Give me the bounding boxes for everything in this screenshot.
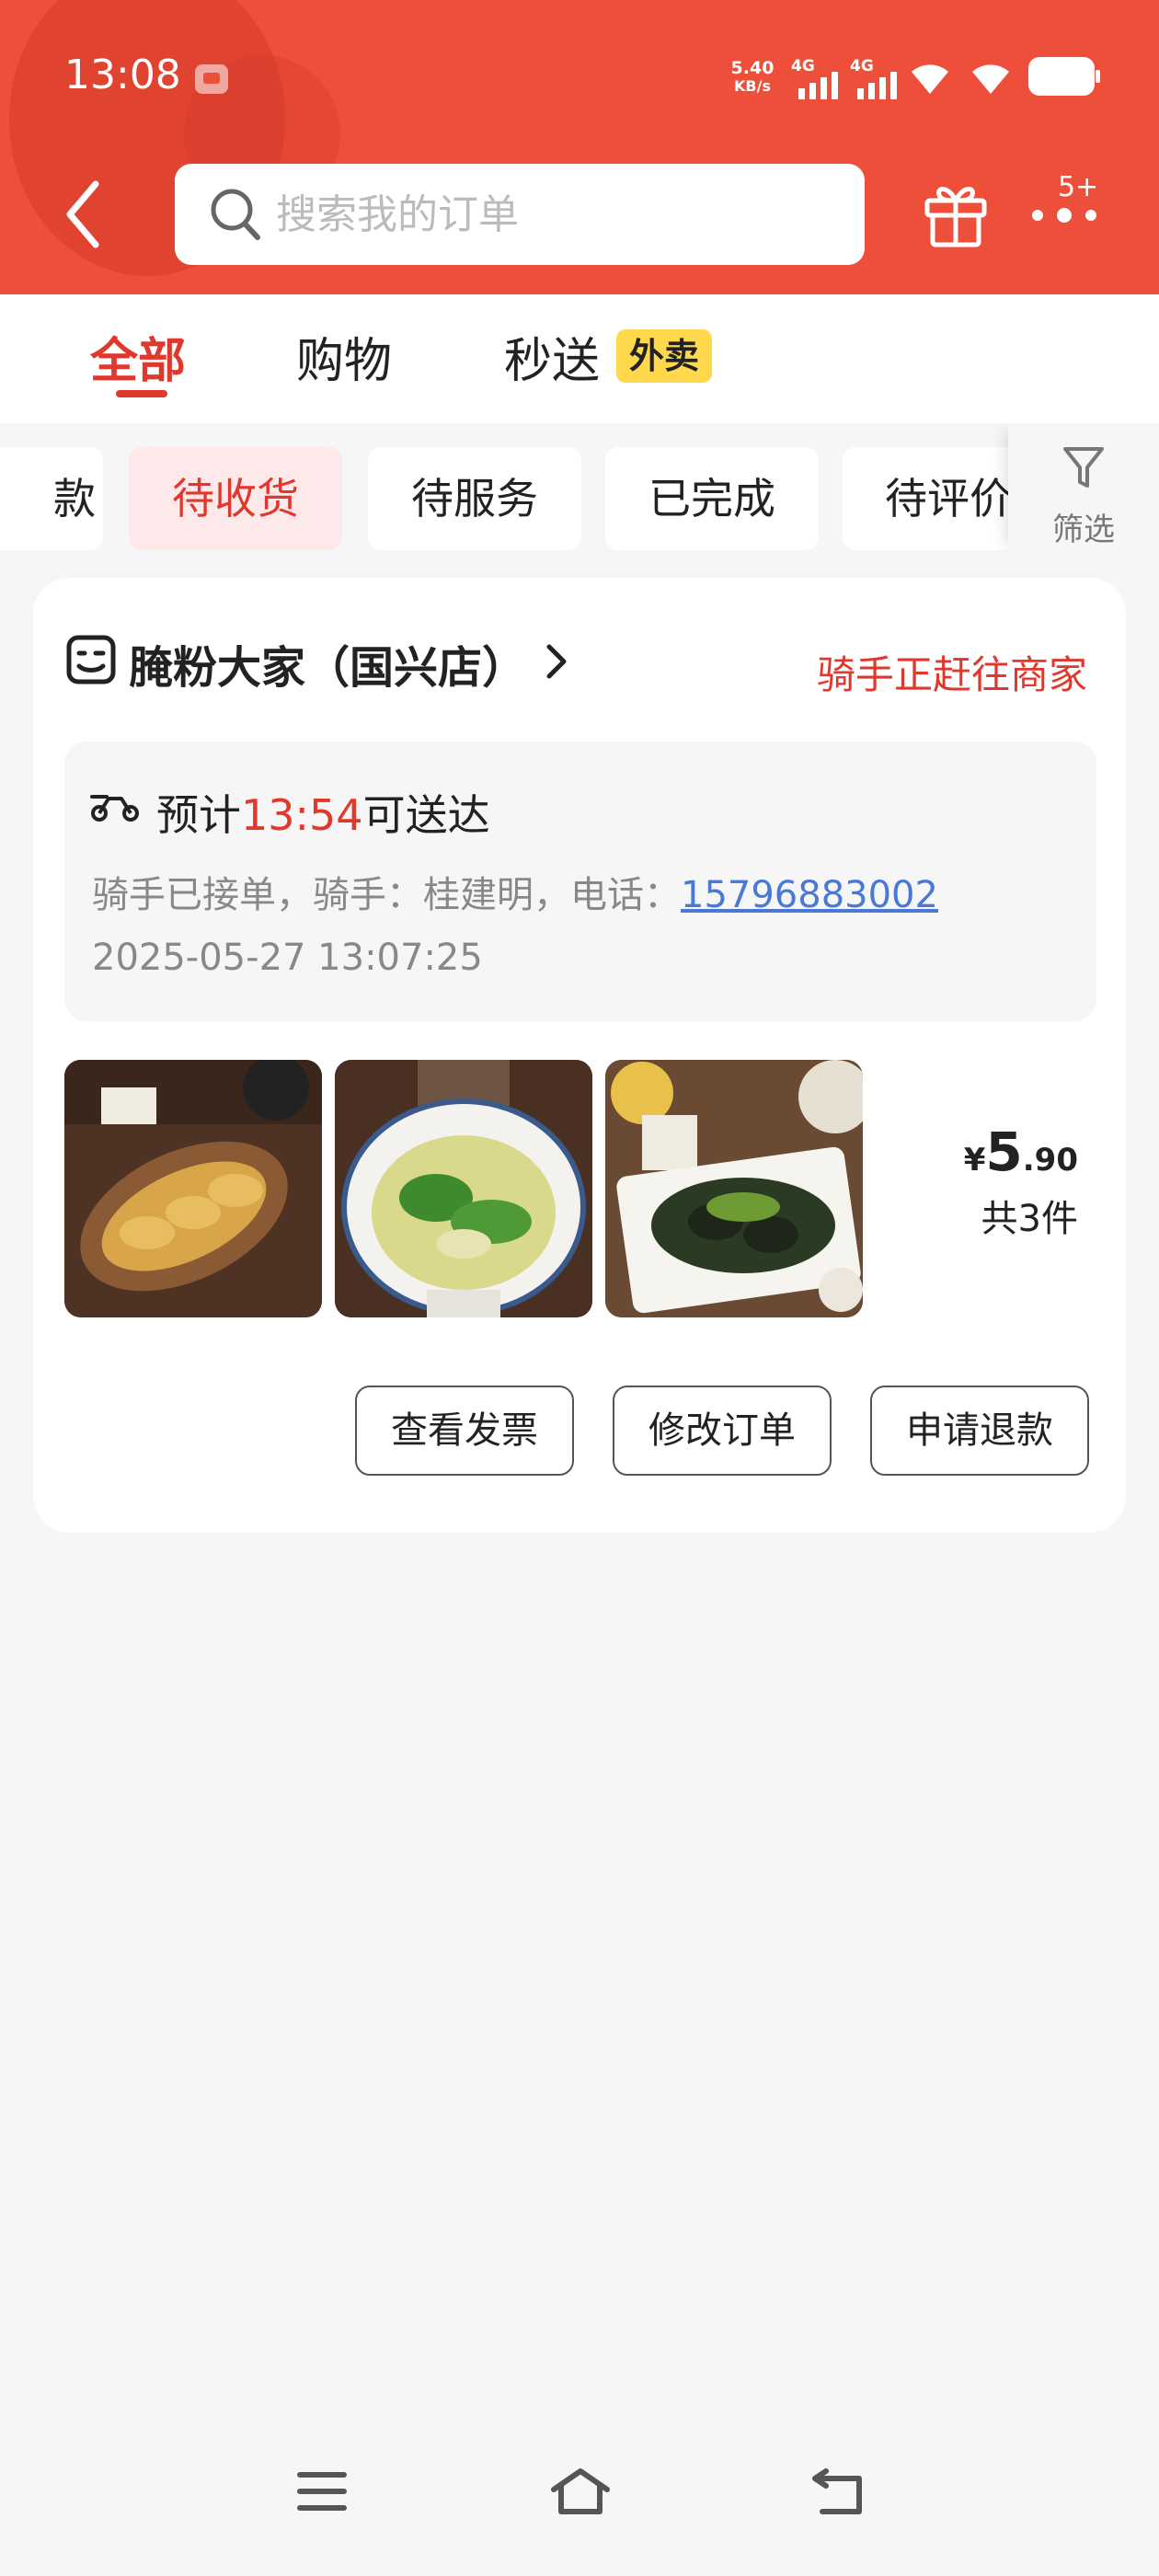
signal-icon: 4G xyxy=(791,57,843,99)
battery-icon xyxy=(1028,57,1100,96)
scooter-icon xyxy=(90,795,139,822)
search-bar[interactable] xyxy=(175,164,865,265)
status-filter-bar: 款 待收货 待服务 已完成 待评价 筛选 xyxy=(0,423,1159,552)
rider-phone-link[interactable]: 15796883002 xyxy=(681,874,938,916)
order-price: ¥5.90 xyxy=(963,1121,1078,1183)
order-status: 骑手正赶往商家 xyxy=(816,652,1087,697)
search-icon xyxy=(211,189,260,240)
eta-time: 13:54 xyxy=(241,790,363,840)
header: 13:08 5.40 KB/s 4G 4G 搜索我的订单 5+ xyxy=(0,0,1159,294)
tab-active-indicator xyxy=(116,390,167,397)
product-thumbnail-dumplings[interactable] xyxy=(64,1060,322,1317)
wifi-icon xyxy=(912,64,948,94)
order-time: 2025-05-27 13:07:25 xyxy=(92,937,483,979)
status-bar: 13:08 5.40 KB/s 4G 4G xyxy=(0,0,1159,156)
filter-button[interactable]: 筛选 xyxy=(1008,423,1159,552)
eta-text: 预计13:54可送达 xyxy=(156,790,490,840)
modify-order-button[interactable]: 修改订单 xyxy=(613,1386,832,1476)
product-thumbnail-soup[interactable] xyxy=(335,1060,592,1317)
delivery-info: 预计13:54可送达 骑手已接单，骑手：桂建明，电话：15796883002 2… xyxy=(64,742,1096,1021)
wifi-icon xyxy=(972,64,1009,94)
order-card[interactable]: 腌粉大家（国兴店） 骑手正赶往商家 预计13:54可送达 骑手已接单，骑手：桂建… xyxy=(33,578,1126,1533)
chevron-right-icon[interactable] xyxy=(545,642,568,681)
shop-icon xyxy=(66,635,116,684)
status-time: 13:08 xyxy=(64,52,181,98)
gift-icon[interactable] xyxy=(922,178,990,248)
order-type-tabs: 全部 购物 秒送 外卖 xyxy=(0,294,1159,423)
home-icon[interactable] xyxy=(548,2466,613,2517)
back-icon[interactable] xyxy=(57,177,112,252)
view-invoice-button[interactable]: 查看发票 xyxy=(355,1386,574,1476)
filter-chip-to-service[interactable]: 待服务 xyxy=(368,447,581,550)
tab-all[interactable]: 全部 xyxy=(90,322,186,391)
shop-name[interactable]: 腌粉大家（国兴店） xyxy=(129,631,526,696)
search-input[interactable] xyxy=(276,182,828,247)
tab-express[interactable]: 秒送 xyxy=(504,322,600,391)
network-speed: 5.40 KB/s xyxy=(730,58,775,95)
tab-shopping[interactable]: 购物 xyxy=(296,322,392,391)
request-refund-button[interactable]: 申请退款 xyxy=(870,1386,1089,1476)
order-summary: ¥5.90 共3件 xyxy=(964,1121,1078,1242)
filter-chip-refund[interactable]: 款 xyxy=(0,447,103,550)
signal-icon: 4G xyxy=(850,57,901,99)
notification-badge: 5+ xyxy=(1050,167,1107,208)
item-count: 共3件 xyxy=(981,1198,1078,1240)
shopping-app-notification-icon xyxy=(195,64,228,94)
filter-chip-to-receive[interactable]: 待收货 xyxy=(129,447,342,550)
takeout-tag: 外卖 xyxy=(616,329,712,383)
rider-info: 骑手已接单，骑手：桂建明，电话：15796883002 xyxy=(92,874,938,916)
back-nav-icon[interactable] xyxy=(809,2466,866,2517)
filter-chip-completed[interactable]: 已完成 xyxy=(605,447,819,550)
product-thumbnail-century-egg[interactable] xyxy=(605,1060,863,1317)
filter-label: 筛选 xyxy=(1052,512,1115,548)
menu-icon[interactable] xyxy=(296,2466,348,2517)
filter-icon xyxy=(1063,447,1104,488)
